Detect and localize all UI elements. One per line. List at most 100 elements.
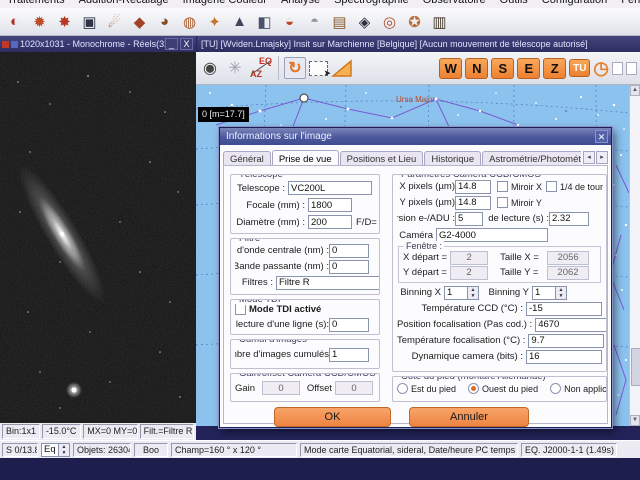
tab-prise-de-vue[interactable]: Prise de vue [272, 150, 339, 166]
pixel-size-x-input[interactable] [455, 180, 491, 194]
filter-group: Filtre Longueur d'onde centrale (nm) : B… [230, 238, 380, 295]
tab-general[interactable]: Général [223, 151, 271, 166]
tab-positions-et-lieu[interactable]: Positions et Lieu [340, 151, 424, 166]
diametre-input[interactable] [308, 215, 352, 229]
pixel-size-y-input[interactable] [455, 196, 491, 210]
toolbar-icon-10[interactable]: ▲ [228, 10, 251, 33]
coord-mode-arrows[interactable]: ▲▼ [59, 443, 70, 457]
toolbar-icon-4[interactable]: ▣ [78, 10, 101, 33]
toolbar-icon-12[interactable]: ◒ [278, 10, 301, 33]
tab-scroll-right-arrow[interactable]: ▸ [596, 151, 608, 164]
menu-imagerie-couleur[interactable]: Imagerie Couleur [176, 0, 274, 6]
binning-y-input[interactable] [532, 286, 556, 300]
tab-scroll-left-arrow[interactable]: ◂ [583, 151, 595, 164]
ok-button[interactable]: OK [274, 407, 391, 427]
toolbar-icon-5[interactable]: ☄ [103, 10, 126, 33]
pier-side-group-title: Coté du pied (monture Allemande) [398, 376, 549, 382]
image-window-title: 1020x1031 - Monochrome - Réels(32... [20, 39, 177, 49]
mirror-x-checkbox[interactable] [497, 181, 508, 192]
dialog-titlebar[interactable]: Informations sur l'image ✕ [220, 128, 611, 145]
rotate-icon[interactable]: ↻ [284, 57, 306, 79]
scroll-down-arrow[interactable]: ▼ [630, 415, 640, 426]
image-window[interactable] [0, 52, 196, 423]
image-window-titlebar[interactable]: 1020x1031 - Monochrome - Réels(32... _ X [0, 36, 196, 52]
coord-mode-stepper[interactable]: ▲▼ [41, 443, 70, 457]
menu-observatoire[interactable]: Observatoire [416, 0, 493, 6]
scroll-up-arrow[interactable]: ▲ [630, 85, 640, 96]
east-button[interactable]: E [517, 58, 540, 79]
tdi-checkbox[interactable] [235, 304, 246, 315]
toolbar-icon-17[interactable]: ✪ [403, 10, 426, 33]
ccd-temp-input[interactable] [526, 302, 602, 316]
focale-input[interactable] [308, 198, 352, 212]
menu-spectrographie[interactable]: Spectrographie [327, 0, 416, 6]
south-button[interactable]: S [491, 58, 514, 79]
binning-x-arrows[interactable]: ▲▼ [468, 286, 479, 300]
toolbar-icon-11[interactable]: ◧ [253, 10, 276, 33]
dynamic-range-input[interactable] [526, 350, 602, 364]
scrollbar-thumb[interactable] [631, 348, 640, 386]
toolbar-icon-1[interactable]: ◐ [3, 10, 26, 33]
quarter-turn-checkbox[interactable] [546, 181, 557, 192]
toolbar-icon-6[interactable]: ◆ [128, 10, 151, 33]
binning-x-stepper[interactable]: ▲▼ [444, 286, 479, 300]
eq-az-toggle-icon[interactable]: EQ AZ [249, 56, 273, 80]
binning-x-input[interactable] [444, 286, 468, 300]
toolbar-icon-7[interactable]: ◕ [153, 10, 176, 33]
camera-input[interactable] [436, 228, 548, 242]
toolbar-icon-14[interactable]: ▤ [328, 10, 351, 33]
toolbar-extra-button-2[interactable] [626, 62, 637, 75]
tu-button[interactable]: TU [569, 59, 590, 77]
line-read-time-input[interactable] [329, 318, 369, 332]
toolbar-extra-button-1[interactable] [612, 62, 623, 75]
clock-icon[interactable]: ◷ [593, 59, 609, 77]
starburst-icon[interactable]: ✳ [224, 57, 246, 79]
conversion-input[interactable] [455, 212, 483, 226]
menu-fenetres[interactable]: Fenêtres [614, 0, 640, 6]
eye-icon[interactable]: ◉ [199, 57, 221, 79]
toolbar-icon-8[interactable]: ◍ [178, 10, 201, 33]
menu-traitements[interactable]: Traitements [0, 0, 72, 6]
pier-na-radio[interactable] [550, 383, 561, 394]
magnitude-status: S 0/13.85° [2, 443, 38, 457]
wavelength-input[interactable] [329, 244, 369, 258]
map-window-titlebar[interactable]: [TU] [Wviden.Lmajsky] Insit sur Marchien… [197, 36, 640, 52]
menu-analyse[interactable]: Analyse [274, 0, 327, 6]
menu-addition-recalage[interactable]: Addition-Recalage [72, 0, 176, 6]
toolbar-icon-15[interactable]: ◈ [353, 10, 376, 33]
binning-y-arrows[interactable]: ▲▼ [556, 286, 567, 300]
toolbar-icon-9[interactable]: ✦ [203, 10, 226, 33]
zenith-button[interactable]: Z [543, 58, 566, 79]
focus-position-input[interactable] [535, 318, 607, 332]
map-vertical-scrollbar[interactable]: ▲ ▼ [629, 85, 640, 426]
coord-mode-input[interactable] [41, 443, 59, 457]
toolbar-icon-16[interactable]: ◎ [378, 10, 401, 33]
pier-west-radio[interactable] [468, 383, 479, 394]
selection-rectangle-icon[interactable]: ➤ [309, 61, 328, 76]
mirror-y-checkbox[interactable] [497, 197, 508, 208]
telescope-input[interactable] [288, 181, 372, 195]
read-time-input[interactable] [549, 212, 589, 226]
toolbar-icon-18[interactable]: ▥ [428, 10, 451, 33]
triangle-ruler-icon[interactable] [331, 58, 353, 78]
dialog-close-button[interactable]: ✕ [595, 130, 608, 143]
cancel-button[interactable]: Annuler [409, 407, 529, 427]
stacked-count-input[interactable] [329, 348, 369, 362]
size-y-input [547, 266, 589, 280]
toolbar-icon-13[interactable]: ◓ [303, 10, 326, 33]
north-button[interactable]: N [465, 58, 488, 79]
pier-east-radio[interactable] [397, 383, 408, 394]
toolbar-icon-2[interactable]: ✹ [28, 10, 51, 33]
menu-outils[interactable]: Outils [493, 0, 535, 6]
close-button[interactable]: X [180, 38, 193, 50]
filters-input[interactable] [276, 276, 380, 290]
tab-astrometrie-photometrie[interactable]: Astrométrie/Photométrie [482, 151, 581, 166]
toolbar-icon-3[interactable]: ✸ [53, 10, 76, 33]
bandwidth-input[interactable] [329, 260, 369, 274]
west-button[interactable]: W [439, 58, 462, 79]
tab-historique[interactable]: Historique [424, 151, 481, 166]
focus-temp-input[interactable] [528, 334, 604, 348]
minimize-button[interactable]: _ [165, 38, 178, 50]
binning-y-stepper[interactable]: ▲▼ [532, 286, 567, 300]
menu-configuration[interactable]: Configuration [535, 0, 614, 6]
